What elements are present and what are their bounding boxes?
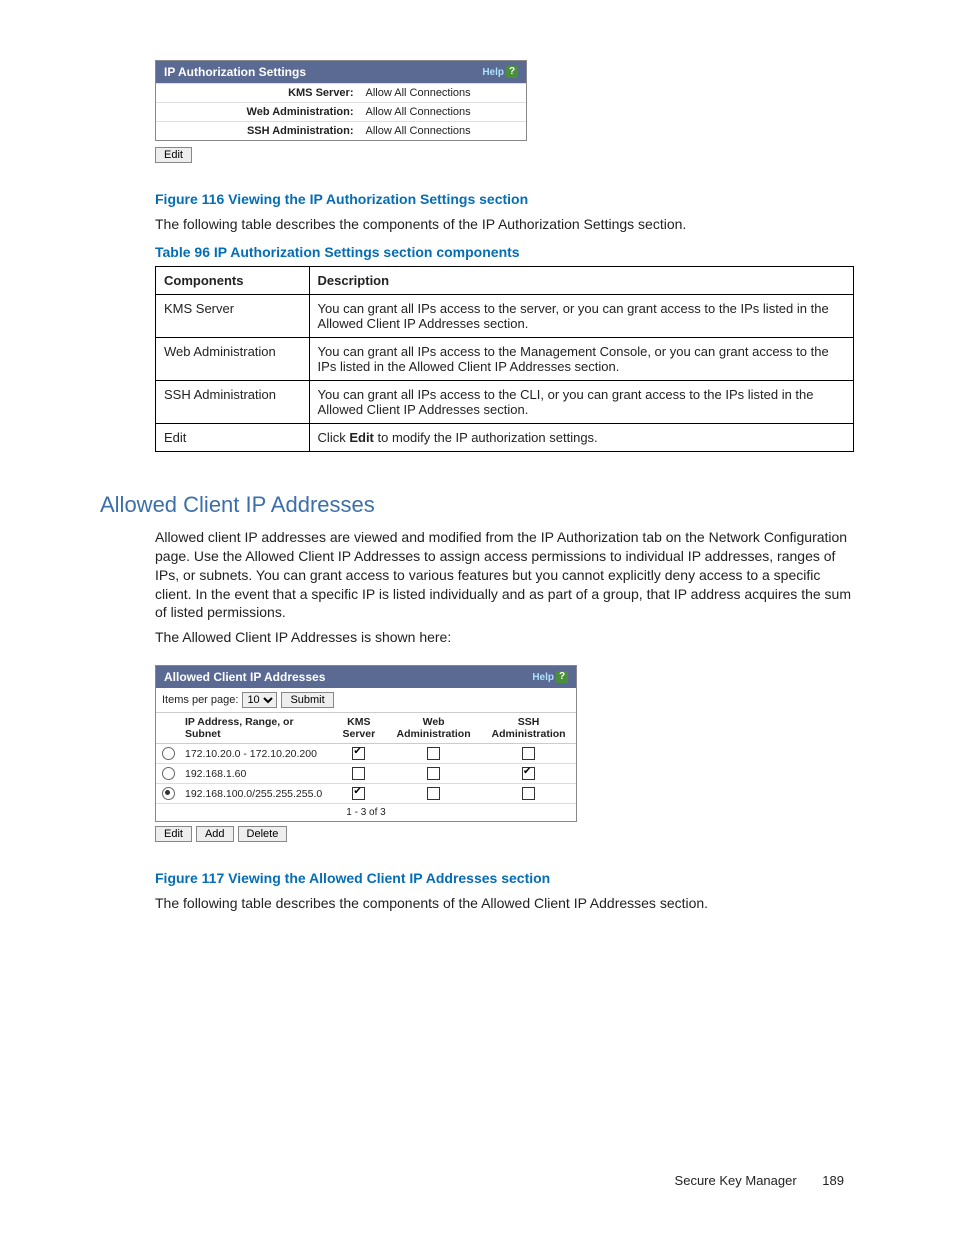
- paragraph: The Allowed Client IP Addresses is shown…: [155, 628, 854, 647]
- settings-table: KMS Server:Allow All Connections Web Adm…: [156, 83, 526, 140]
- page-number: 189: [822, 1173, 844, 1188]
- row-label: SSH Administration:: [156, 122, 360, 141]
- table-row: 192.168.1.60: [156, 764, 576, 784]
- table-row: 172.10.20.0 - 172.10.20.200: [156, 744, 576, 764]
- row-value: Allow All Connections: [360, 84, 527, 103]
- help-icon: ?: [506, 66, 518, 78]
- help-text: Help: [532, 672, 554, 683]
- edit-button[interactable]: Edit: [155, 826, 192, 842]
- help-link[interactable]: Help ?: [482, 66, 518, 78]
- edit-button[interactable]: Edit: [155, 147, 192, 163]
- section-heading: Allowed Client IP Addresses: [100, 492, 854, 518]
- ssh-checkbox[interactable]: [522, 747, 535, 760]
- ssh-checkbox[interactable]: [522, 787, 535, 800]
- ip-auth-settings-panel: IP Authorization Settings Help ? KMS Ser…: [155, 60, 527, 141]
- kms-checkbox[interactable]: [352, 787, 365, 800]
- allowed-client-ip-panel: Allowed Client IP Addresses Help ? Items…: [155, 665, 577, 822]
- items-per-page-select[interactable]: 10: [242, 692, 277, 708]
- row-radio[interactable]: [162, 787, 175, 800]
- table-row: Edit Click Edit to modify the IP authori…: [156, 423, 854, 451]
- panel-header: IP Authorization Settings Help ?: [156, 61, 526, 83]
- web-checkbox[interactable]: [427, 767, 440, 780]
- row-value: Allow All Connections: [360, 103, 527, 122]
- table-96-caption: Table 96 IP Authorization Settings secti…: [155, 244, 854, 260]
- col-header-description: Description: [309, 266, 853, 294]
- row-radio[interactable]: [162, 767, 175, 780]
- paragraph: Allowed client IP addresses are viewed a…: [155, 528, 854, 622]
- kms-checkbox[interactable]: [352, 747, 365, 760]
- table-row: 192.168.100.0/255.255.255.0: [156, 784, 576, 804]
- paragraph: The following table describes the compon…: [155, 215, 854, 234]
- items-per-page-label: Items per page:: [162, 694, 238, 706]
- footer-title: Secure Key Manager: [675, 1173, 797, 1188]
- row-value: Allow All Connections: [360, 122, 527, 141]
- help-text: Help: [482, 67, 504, 78]
- help-icon: ?: [556, 671, 568, 683]
- kms-checkbox[interactable]: [352, 767, 365, 780]
- web-checkbox[interactable]: [427, 787, 440, 800]
- figure-117-caption: Figure 117 Viewing the Allowed Client IP…: [155, 870, 854, 886]
- pager: 1 - 3 of 3: [156, 804, 576, 821]
- row-label: Web Administration:: [156, 103, 360, 122]
- web-checkbox[interactable]: [427, 747, 440, 760]
- figure-116-caption: Figure 116 Viewing the IP Authorization …: [155, 191, 854, 207]
- items-per-page-row: Items per page: 10 Submit: [156, 688, 576, 713]
- components-table: Components Description KMS Server You ca…: [155, 266, 854, 452]
- panel-title: Allowed Client IP Addresses: [164, 670, 325, 684]
- panel-header: Allowed Client IP Addresses Help ?: [156, 666, 576, 688]
- ip-table: IP Address, Range, or Subnet KMS Server …: [156, 713, 576, 804]
- table-row: SSH Administration You can grant all IPs…: [156, 380, 854, 423]
- table-row: KMS Server You can grant all IPs access …: [156, 294, 854, 337]
- col-ip: IP Address, Range, or Subnet: [180, 713, 332, 744]
- table-row: Web Administration You can grant all IPs…: [156, 337, 854, 380]
- col-ssh: SSH Administration: [481, 713, 576, 744]
- col-web: Web Administration: [386, 713, 481, 744]
- page-footer: Secure Key Manager 189: [100, 1173, 854, 1188]
- delete-button[interactable]: Delete: [238, 826, 288, 842]
- ssh-checkbox[interactable]: [522, 767, 535, 780]
- col-header-components: Components: [156, 266, 310, 294]
- help-link[interactable]: Help ?: [532, 671, 568, 683]
- paragraph: The following table describes the compon…: [155, 894, 854, 913]
- submit-button[interactable]: Submit: [281, 692, 333, 708]
- row-label: KMS Server:: [156, 84, 360, 103]
- panel-title: IP Authorization Settings: [164, 65, 306, 79]
- add-button[interactable]: Add: [196, 826, 234, 842]
- row-radio[interactable]: [162, 747, 175, 760]
- col-kms: KMS Server: [332, 713, 386, 744]
